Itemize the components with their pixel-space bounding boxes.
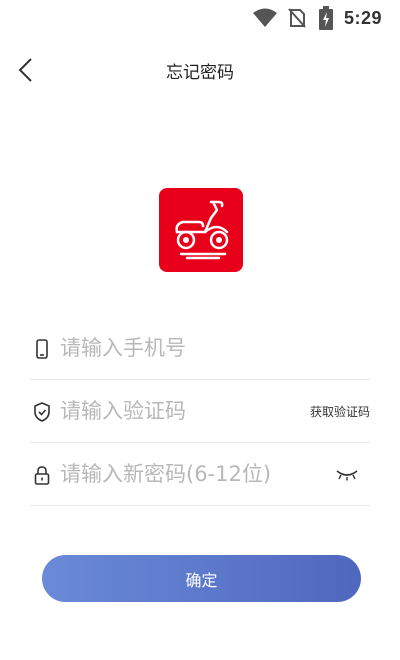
phone-field xyxy=(30,318,370,380)
password-field xyxy=(30,444,370,506)
shield-check-icon xyxy=(34,402,50,422)
battery-charging-icon xyxy=(319,6,333,30)
wifi-icon xyxy=(253,8,277,27)
app-logo xyxy=(159,188,243,272)
no-sim-icon xyxy=(288,8,306,28)
status-bar: 5:29 xyxy=(0,0,400,36)
page-title: 忘记密码 xyxy=(166,63,234,83)
lock-icon xyxy=(34,466,50,485)
top-nav: 忘记密码 xyxy=(0,52,400,88)
scooter-logo xyxy=(175,200,229,260)
get-code-button[interactable]: 获取验证码 xyxy=(310,403,370,420)
phone-icon xyxy=(36,339,48,359)
phone-input[interactable] xyxy=(60,328,320,368)
password-input[interactable] xyxy=(60,454,320,494)
confirm-button[interactable]: 确定 xyxy=(42,555,361,602)
eye-closed-icon[interactable] xyxy=(336,467,358,481)
code-field: 获取验证码 xyxy=(30,381,370,443)
status-time: 5:29 xyxy=(344,8,383,28)
code-input[interactable] xyxy=(60,391,320,431)
